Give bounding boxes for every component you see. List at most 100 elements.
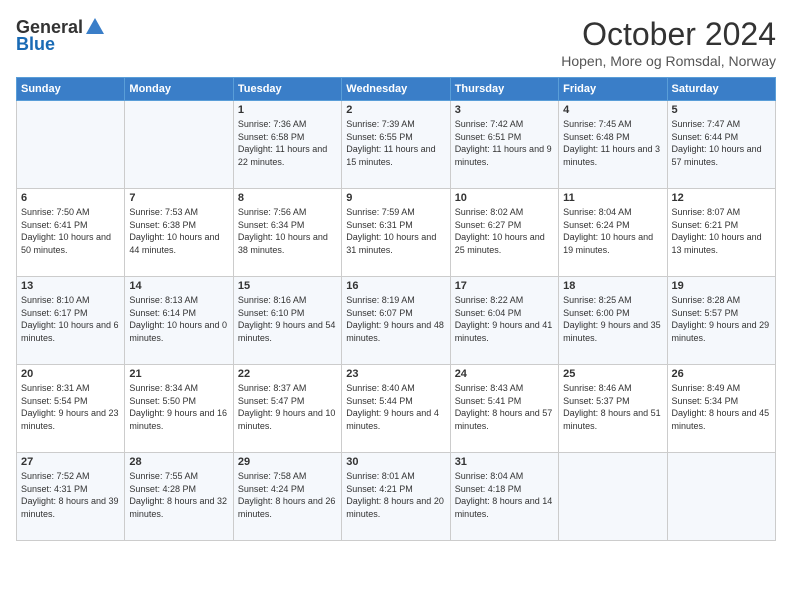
- day-number: 7: [129, 192, 228, 204]
- day-number: 16: [346, 280, 445, 292]
- day-number: 4: [563, 104, 662, 116]
- day-cell: 31 Sunrise: 8:04 AMSunset: 4:18 PMDayligh…: [450, 453, 558, 541]
- col-sunday: Sunday: [17, 78, 125, 101]
- day-cell: [125, 101, 233, 189]
- day-cell: 11 Sunrise: 8:04 AMSunset: 6:24 PMDayligh…: [559, 189, 667, 277]
- day-cell: 6 Sunrise: 7:50 AMSunset: 6:41 PMDaylight…: [17, 189, 125, 277]
- day-info: Sunrise: 8:19 AMSunset: 6:07 PMDaylight:…: [346, 294, 445, 344]
- day-cell: [667, 453, 775, 541]
- day-info: Sunrise: 7:39 AMSunset: 6:55 PMDaylight:…: [346, 118, 445, 168]
- day-number: 11: [563, 192, 662, 204]
- day-info: Sunrise: 8:25 AMSunset: 6:00 PMDaylight:…: [563, 294, 662, 344]
- day-info: Sunrise: 7:52 AMSunset: 4:31 PMDaylight:…: [21, 470, 120, 520]
- week-row-0: 1 Sunrise: 7:36 AMSunset: 6:58 PMDaylight…: [17, 101, 776, 189]
- day-info: Sunrise: 7:58 AMSunset: 4:24 PMDaylight:…: [238, 470, 337, 520]
- day-cell: [559, 453, 667, 541]
- day-cell: 15Sunrise: 8:16 AMSunset: 6:10 PMDayligh…: [233, 277, 341, 365]
- day-info: Sunrise: 7:50 AMSunset: 6:41 PMDaylight:…: [21, 206, 120, 256]
- col-saturday: Saturday: [667, 78, 775, 101]
- day-number: 26: [672, 368, 771, 380]
- day-number: 6: [21, 192, 120, 204]
- logo: General Blue: [16, 16, 106, 55]
- day-info: Sunrise: 8:10 AMSunset: 6:17 PMDaylight:…: [21, 294, 120, 344]
- day-info: Sunrise: 8:28 AMSunset: 5:57 PMDaylight:…: [672, 294, 771, 344]
- title-block: October 2024 Hopen, More og Romsdal, Nor…: [561, 16, 776, 69]
- day-cell: 29 Sunrise: 7:58 AMSunset: 4:24 PMDayligh…: [233, 453, 341, 541]
- location-title: Hopen, More og Romsdal, Norway: [561, 53, 776, 69]
- day-cell: 22 Sunrise: 8:37 AMSunset: 5:47 PMDayligh…: [233, 365, 341, 453]
- day-info: Sunrise: 8:40 AMSunset: 5:44 PMDaylight:…: [346, 382, 445, 432]
- week-row-4: 27Sunrise: 7:52 AMSunset: 4:31 PMDayligh…: [17, 453, 776, 541]
- day-number: 25: [563, 368, 662, 380]
- day-info: Sunrise: 8:01 AMSunset: 4:21 PMDaylight:…: [346, 470, 445, 520]
- day-number: 5: [672, 104, 771, 116]
- day-cell: 3Sunrise: 7:42 AMSunset: 6:51 PMDaylight…: [450, 101, 558, 189]
- day-number: 17: [455, 280, 554, 292]
- day-number: 13: [21, 280, 120, 292]
- day-cell: 10 Sunrise: 8:02 AMSunset: 6:27 PMDayligh…: [450, 189, 558, 277]
- day-number: 2: [346, 104, 445, 116]
- day-info: Sunrise: 7:45 AMSunset: 6:48 PMDaylight:…: [563, 118, 662, 168]
- day-cell: 4 Sunrise: 7:45 AMSunset: 6:48 PMDaylight…: [559, 101, 667, 189]
- day-info: Sunrise: 8:49 AMSunset: 5:34 PMDaylight:…: [672, 382, 771, 432]
- day-cell: 21 Sunrise: 8:34 AMSunset: 5:50 PMDayligh…: [125, 365, 233, 453]
- day-number: 29: [238, 456, 337, 468]
- day-info: Sunrise: 7:56 AMSunset: 6:34 PMDaylight:…: [238, 206, 337, 256]
- day-number: 20: [21, 368, 120, 380]
- day-cell: 19 Sunrise: 8:28 AMSunset: 5:57 PMDayligh…: [667, 277, 775, 365]
- header: General Blue October 2024 Hopen, More og…: [16, 16, 776, 69]
- col-monday: Monday: [125, 78, 233, 101]
- day-number: 22: [238, 368, 337, 380]
- day-cell: 5Sunrise: 7:47 AMSunset: 6:44 PMDaylight…: [667, 101, 775, 189]
- day-info: Sunrise: 7:59 AMSunset: 6:31 PMDaylight:…: [346, 206, 445, 256]
- day-cell: 25Sunrise: 8:46 AMSunset: 5:37 PMDayligh…: [559, 365, 667, 453]
- day-info: Sunrise: 8:34 AMSunset: 5:50 PMDaylight:…: [129, 382, 228, 432]
- day-cell: 2 Sunrise: 7:39 AMSunset: 6:55 PMDaylight…: [342, 101, 450, 189]
- logo-icon: [84, 16, 106, 38]
- day-number: 30: [346, 456, 445, 468]
- month-title: October 2024: [561, 16, 776, 53]
- day-number: 28: [129, 456, 228, 468]
- day-cell: 17 Sunrise: 8:22 AMSunset: 6:04 PMDayligh…: [450, 277, 558, 365]
- day-cell: 9 Sunrise: 7:59 AMSunset: 6:31 PMDaylight…: [342, 189, 450, 277]
- day-cell: 14Sunrise: 8:13 AMSunset: 6:14 PMDayligh…: [125, 277, 233, 365]
- day-number: 21: [129, 368, 228, 380]
- day-number: 1: [238, 104, 337, 116]
- day-cell: 26 Sunrise: 8:49 AMSunset: 5:34 PMDayligh…: [667, 365, 775, 453]
- day-number: 10: [455, 192, 554, 204]
- week-row-3: 20Sunrise: 8:31 AMSunset: 5:54 PMDayligh…: [17, 365, 776, 453]
- day-info: Sunrise: 7:42 AMSunset: 6:51 PMDaylight:…: [455, 118, 554, 168]
- calendar-table: Sunday Monday Tuesday Wednesday Thursday…: [16, 77, 776, 541]
- day-cell: 8Sunrise: 7:56 AMSunset: 6:34 PMDaylight…: [233, 189, 341, 277]
- day-cell: 28 Sunrise: 7:55 AMSunset: 4:28 PMDayligh…: [125, 453, 233, 541]
- day-info: Sunrise: 7:55 AMSunset: 4:28 PMDaylight:…: [129, 470, 228, 520]
- day-number: 23: [346, 368, 445, 380]
- logo-blue: Blue: [16, 34, 55, 55]
- day-number: 18: [563, 280, 662, 292]
- day-info: Sunrise: 8:37 AMSunset: 5:47 PMDaylight:…: [238, 382, 337, 432]
- day-info: Sunrise: 8:02 AMSunset: 6:27 PMDaylight:…: [455, 206, 554, 256]
- day-cell: [17, 101, 125, 189]
- day-cell: 16 Sunrise: 8:19 AMSunset: 6:07 PMDayligh…: [342, 277, 450, 365]
- day-number: 9: [346, 192, 445, 204]
- day-number: 14: [129, 280, 228, 292]
- day-cell: 7 Sunrise: 7:53 AMSunset: 6:38 PMDaylight…: [125, 189, 233, 277]
- week-row-2: 13 Sunrise: 8:10 AMSunset: 6:17 PMDayligh…: [17, 277, 776, 365]
- day-number: 24: [455, 368, 554, 380]
- col-wednesday: Wednesday: [342, 78, 450, 101]
- day-info: Sunrise: 7:36 AMSunset: 6:58 PMDaylight:…: [238, 118, 337, 168]
- day-cell: 1 Sunrise: 7:36 AMSunset: 6:58 PMDaylight…: [233, 101, 341, 189]
- day-info: Sunrise: 8:04 AMSunset: 6:24 PMDaylight:…: [563, 206, 662, 256]
- day-info: Sunrise: 7:53 AMSunset: 6:38 PMDaylight:…: [129, 206, 228, 256]
- day-info: Sunrise: 8:22 AMSunset: 6:04 PMDaylight:…: [455, 294, 554, 344]
- day-cell: 13 Sunrise: 8:10 AMSunset: 6:17 PMDayligh…: [17, 277, 125, 365]
- day-cell: 23 Sunrise: 8:40 AMSunset: 5:44 PMDayligh…: [342, 365, 450, 453]
- week-row-1: 6 Sunrise: 7:50 AMSunset: 6:41 PMDaylight…: [17, 189, 776, 277]
- day-number: 31: [455, 456, 554, 468]
- day-number: 15: [238, 280, 337, 292]
- day-info: Sunrise: 8:04 AMSunset: 4:18 PMDaylight:…: [455, 470, 554, 520]
- day-cell: 20Sunrise: 8:31 AMSunset: 5:54 PMDayligh…: [17, 365, 125, 453]
- day-number: 19: [672, 280, 771, 292]
- day-cell: 24Sunrise: 8:43 AMSunset: 5:41 PMDayligh…: [450, 365, 558, 453]
- day-info: Sunrise: 8:07 AMSunset: 6:21 PMDaylight:…: [672, 206, 771, 256]
